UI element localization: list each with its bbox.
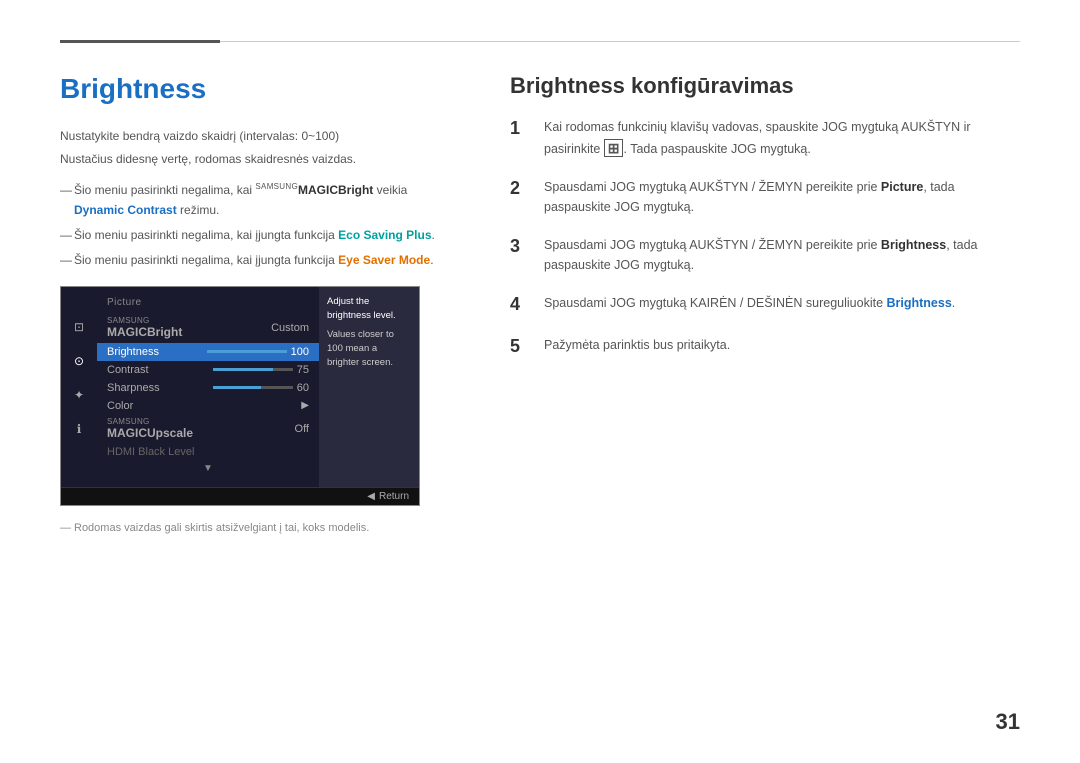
footer-note: Rodomas vaizdas gali skirtis atsižvelgia…	[60, 522, 450, 534]
menu-item-brightness: Brightness 100	[97, 343, 319, 361]
note1-middle: veikia	[373, 183, 407, 197]
upscale-value: Off	[295, 423, 309, 435]
contrast-track	[213, 368, 293, 371]
step-1: 1 Kai rodomas funkcinių klavišų vadovas,…	[510, 117, 1020, 159]
scroll-down-indicator: ▼	[97, 461, 319, 476]
brightness-value: 100	[291, 346, 309, 358]
return-control: ◀ Return	[367, 491, 409, 502]
return-label: Return	[379, 491, 409, 502]
intro-text-1: Nustatykite bendrą vaizdo skaidrį (inter…	[60, 127, 450, 146]
note2-after: .	[432, 228, 435, 242]
monitor-inner: ⊡ ⊙ ✦ ℹ Picture SAMSUNG MAGICBright	[61, 287, 419, 487]
note3-after: .	[430, 253, 433, 267]
step-5: 5 Pažymėta parinktis bus pritaikyta.	[510, 335, 1020, 358]
brightness-slider-bar: 100	[207, 346, 309, 358]
top-line-dark	[60, 40, 220, 43]
note1-highlight: Dynamic Contrast	[74, 203, 177, 217]
note-item-3: Šio meniu pasirinkti negalima, kai įjung…	[60, 251, 450, 270]
step-3-number: 3	[510, 235, 530, 258]
brightness-label: Brightness	[107, 346, 159, 358]
upscale-samsung-small: SAMSUNG	[107, 418, 193, 426]
monitor-menu: Picture SAMSUNG MAGICBright Custom Brigh…	[97, 287, 319, 487]
step-1-text: Kai rodomas funkcinių klavišų vadovas, s…	[544, 117, 1020, 159]
sharpness-fill	[213, 386, 261, 389]
top-line-light	[220, 41, 1020, 42]
color-label: Color	[107, 400, 133, 412]
note-item-1: Šio meniu pasirinkti negalima, kai SAMSU…	[60, 181, 450, 219]
note-item-2: Šio meniu pasirinkti negalima, kai įjung…	[60, 226, 450, 245]
step-4-text: Spausdami JOG mygtuką KAIRĖN / DEŠINĖN s…	[544, 293, 1020, 313]
right-title: Brightness konfigūravimas	[510, 73, 1020, 99]
monitor-icon-info: ℹ	[69, 419, 89, 439]
note3-highlight: Eye Saver Mode	[338, 253, 430, 267]
note1-brand: MAGICBright	[298, 183, 373, 197]
step-1-number: 1	[510, 117, 530, 140]
sharpness-label: Sharpness	[107, 382, 160, 394]
contrast-value: 75	[297, 364, 309, 376]
desc-body: Values closer to 100 mean a brighter scr…	[327, 328, 411, 371]
step-2-number: 2	[510, 177, 530, 200]
monitor-icon-gear: ✦	[69, 385, 89, 405]
monitor-desc: Adjust the brightness level. Values clos…	[319, 287, 419, 487]
desc-title: Adjust the brightness level.	[327, 295, 411, 324]
menu-header: Picture	[97, 295, 319, 314]
step-5-text: Pažymėta parinktis bus pritaikyta.	[544, 335, 1020, 355]
hdmi-label: HDMI Black Level	[107, 446, 194, 458]
contrast-fill	[213, 368, 273, 371]
step-4-number: 4	[510, 293, 530, 316]
note2-before: Šio meniu pasirinkti negalima, kai įjung…	[74, 228, 338, 242]
menu-item-magic: SAMSUNG MAGICBright Custom	[97, 314, 319, 342]
step-2-text: Spausdami JOG mygtuką AUKŠTYN / ŽEMYN pe…	[544, 177, 1020, 217]
note1-after: režimu.	[177, 203, 220, 217]
menu-item-contrast: Contrast 75	[97, 361, 319, 379]
magic-value: Custom	[271, 322, 309, 334]
top-decoration	[60, 40, 1020, 43]
step-3: 3 Spausdami JOG mygtuką AUKŠTYN / ŽEMYN …	[510, 235, 1020, 275]
monitor-icon-display: ⊡	[69, 317, 89, 337]
step-3-text: Spausdami JOG mygtuką AUKŠTYN / ŽEMYN pe…	[544, 235, 1020, 275]
right-column: Brightness konfigūravimas 1 Kai rodomas …	[510, 73, 1020, 733]
menu-item-color: Color ▶	[97, 397, 319, 415]
step-4: 4 Spausdami JOG mygtuką KAIRĖN / DEŠINĖN…	[510, 293, 1020, 316]
monitor-bottom: ◀ Return	[61, 487, 419, 505]
monitor-mockup: ⊡ ⊙ ✦ ℹ Picture SAMSUNG MAGICBright	[60, 286, 420, 506]
menu-item-sharpness: Sharpness 60	[97, 379, 319, 397]
note2-highlight: Eco Saving Plus	[338, 228, 431, 242]
magic-brand-label: MAGICBright	[107, 325, 182, 339]
upscale-label-wrap: SAMSUNG MAGICUpscale	[107, 418, 193, 440]
sharpness-value: 60	[297, 382, 309, 394]
intro-text-2: Nustačius didesnę vertę, rodomas skaidre…	[60, 150, 450, 169]
monitor-sidebar: ⊡ ⊙ ✦ ℹ	[61, 287, 97, 487]
monitor-icon-settings: ⊙	[69, 351, 89, 371]
brightness-track	[207, 350, 287, 353]
upscale-brand: MAGICUpscale	[107, 426, 193, 440]
left-column: Brightness Nustatykite bendrą vaizdo ska…	[60, 73, 450, 733]
page-container: Brightness Nustatykite bendrą vaizdo ska…	[0, 0, 1080, 763]
content-columns: Brightness Nustatykite bendrą vaizdo ska…	[60, 73, 1020, 733]
samsung-small-label: SAMSUNG	[107, 317, 182, 325]
page-number: 31	[996, 709, 1020, 735]
note3-before: Šio meniu pasirinkti negalima, kai įjung…	[74, 253, 338, 267]
brightness-fill	[207, 350, 287, 353]
note1-before: Šio meniu pasirinkti negalima, kai	[74, 183, 255, 197]
note-list: Šio meniu pasirinkti negalima, kai SAMSU…	[60, 181, 450, 270]
menu-item-hdmi: HDMI Black Level	[97, 443, 319, 461]
steps-list: 1 Kai rodomas funkcinių klavišų vadovas,…	[510, 117, 1020, 358]
magic-label: SAMSUNG MAGICBright	[107, 317, 182, 339]
left-title: Brightness	[60, 73, 450, 105]
step-5-number: 5	[510, 335, 530, 358]
contrast-slider-bar: 75	[213, 364, 309, 376]
sharpness-track	[213, 386, 293, 389]
step-2: 2 Spausdami JOG mygtuką AUKŠTYN / ŽEMYN …	[510, 177, 1020, 217]
sharpness-slider-bar: 60	[213, 382, 309, 394]
color-arrow: ▶	[301, 400, 309, 411]
contrast-label: Contrast	[107, 364, 149, 376]
menu-item-upscale: SAMSUNG MAGICUpscale Off	[97, 415, 319, 443]
return-arrow: ◀	[367, 491, 375, 502]
